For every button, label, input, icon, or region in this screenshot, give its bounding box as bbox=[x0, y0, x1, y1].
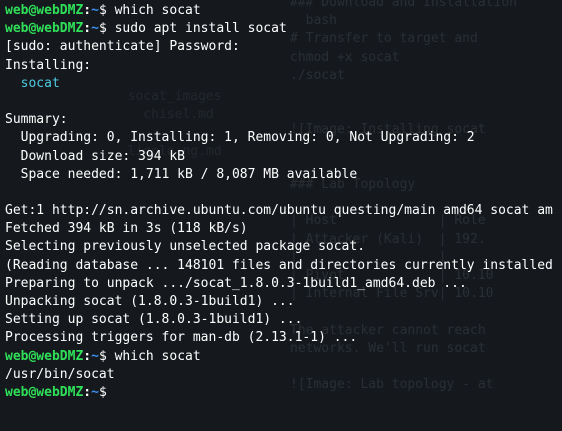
prompt-path: ~ bbox=[91, 3, 99, 18]
output-text: Upgrading: 0, Installing: 1, Removing: 0… bbox=[5, 130, 475, 146]
prompt-symbol: $ bbox=[98, 21, 107, 37]
output-line: Get:1 http://sn.archive.ubuntu.com/ubunt… bbox=[5, 202, 553, 220]
output-text: Space needed: 1,711 kB / 8,087 MB availa… bbox=[5, 166, 358, 182]
prompt-line: web@webDMZ:~$ which socat bbox=[5, 348, 553, 366]
terminal-output: web@webDMZ:~$ which socat web@webDMZ:~$ s… bbox=[5, 2, 553, 402]
command-text: which socat bbox=[106, 348, 201, 364]
output-text: (Reading database ... 148101 files and d… bbox=[5, 257, 553, 273]
output-text: Setting up socat (1.8.0.3-1build1) ... bbox=[5, 312, 303, 328]
output-line: Space needed: 1,711 kB / 8,087 MB availa… bbox=[5, 166, 553, 184]
output-text: Preparing to unpack .../socat_1.8.0.3-1b… bbox=[5, 275, 467, 291]
prompt-colon: : bbox=[83, 384, 92, 400]
output-line: /usr/bin/socat bbox=[5, 366, 553, 384]
prompt-path: ~ bbox=[91, 21, 99, 37]
output-line: Unpacking socat (1.8.0.3-1build1) ... bbox=[5, 293, 553, 311]
output-line: Summary: bbox=[5, 111, 553, 129]
package-line: socat bbox=[5, 75, 553, 93]
prompt-line: web@webDMZ:~$ sudo apt install socat bbox=[5, 20, 553, 38]
output-line: Preparing to unpack .../socat_1.8.0.3-1b… bbox=[5, 275, 553, 293]
prompt-path: ~ bbox=[91, 384, 99, 400]
output-line: [sudo: authenticate] Password: bbox=[5, 38, 553, 56]
prompt-symbol: $ bbox=[98, 348, 107, 364]
prompt-path: ~ bbox=[91, 348, 99, 364]
prompt-user-host: web@webDMZ bbox=[5, 348, 84, 364]
output-text: Fetched 394 kB in 3s (118 kB/s) bbox=[5, 221, 248, 237]
output-text: [sudo: authenticate] Password: bbox=[5, 39, 240, 55]
prompt-user-host: web@webDMZ bbox=[5, 21, 84, 37]
prompt-symbol: $ bbox=[98, 384, 107, 400]
output-text: /usr/bin/socat bbox=[5, 366, 115, 382]
output-text: Download size: 394 kB bbox=[5, 148, 186, 164]
prompt-colon: : bbox=[83, 21, 92, 37]
prompt-symbol: $ bbox=[98, 3, 107, 18]
package-name: socat bbox=[5, 75, 60, 91]
output-text: Unpacking socat (1.8.0.3-1build1) ... bbox=[5, 294, 295, 309]
prompt-user-host: web@webDMZ bbox=[5, 3, 84, 18]
output-text: Get:1 http://sn.archive.ubuntu.com/ubunt… bbox=[5, 203, 553, 219]
output-text: Processing triggers for man-db (2.13.1-1… bbox=[5, 330, 358, 346]
output-line: Processing triggers for man-db (2.13.1-1… bbox=[5, 329, 553, 347]
output-line: Upgrading: 0, Installing: 1, Removing: 0… bbox=[5, 129, 553, 147]
output-text: Installing: bbox=[5, 57, 92, 73]
prompt-colon: : bbox=[83, 3, 92, 18]
output-text: Selecting previously unselected package … bbox=[5, 239, 366, 255]
output-line: Download size: 394 kB bbox=[5, 148, 553, 166]
output-line: Selecting previously unselected package … bbox=[5, 238, 553, 256]
prompt-line: web@webDMZ:~$ bbox=[5, 384, 553, 402]
command-text: which socat bbox=[106, 3, 201, 18]
output-line: (Reading database ... 148101 files and d… bbox=[5, 257, 553, 275]
output-line: Setting up socat (1.8.0.3-1build1) ... bbox=[5, 311, 553, 329]
output-text: Summary: bbox=[5, 112, 68, 128]
prompt-user-host: web@webDMZ bbox=[5, 384, 84, 400]
output-line: Installing: bbox=[5, 57, 553, 75]
prompt-line: web@webDMZ:~$ which socat bbox=[5, 2, 553, 20]
command-text: sudo apt install socat bbox=[106, 21, 287, 37]
output-line: Fetched 394 kB in 3s (118 kB/s) bbox=[5, 220, 553, 238]
terminal-window[interactable]: ### Download and Installation bash # Tra… bbox=[0, 0, 562, 431]
prompt-colon: : bbox=[83, 348, 92, 364]
